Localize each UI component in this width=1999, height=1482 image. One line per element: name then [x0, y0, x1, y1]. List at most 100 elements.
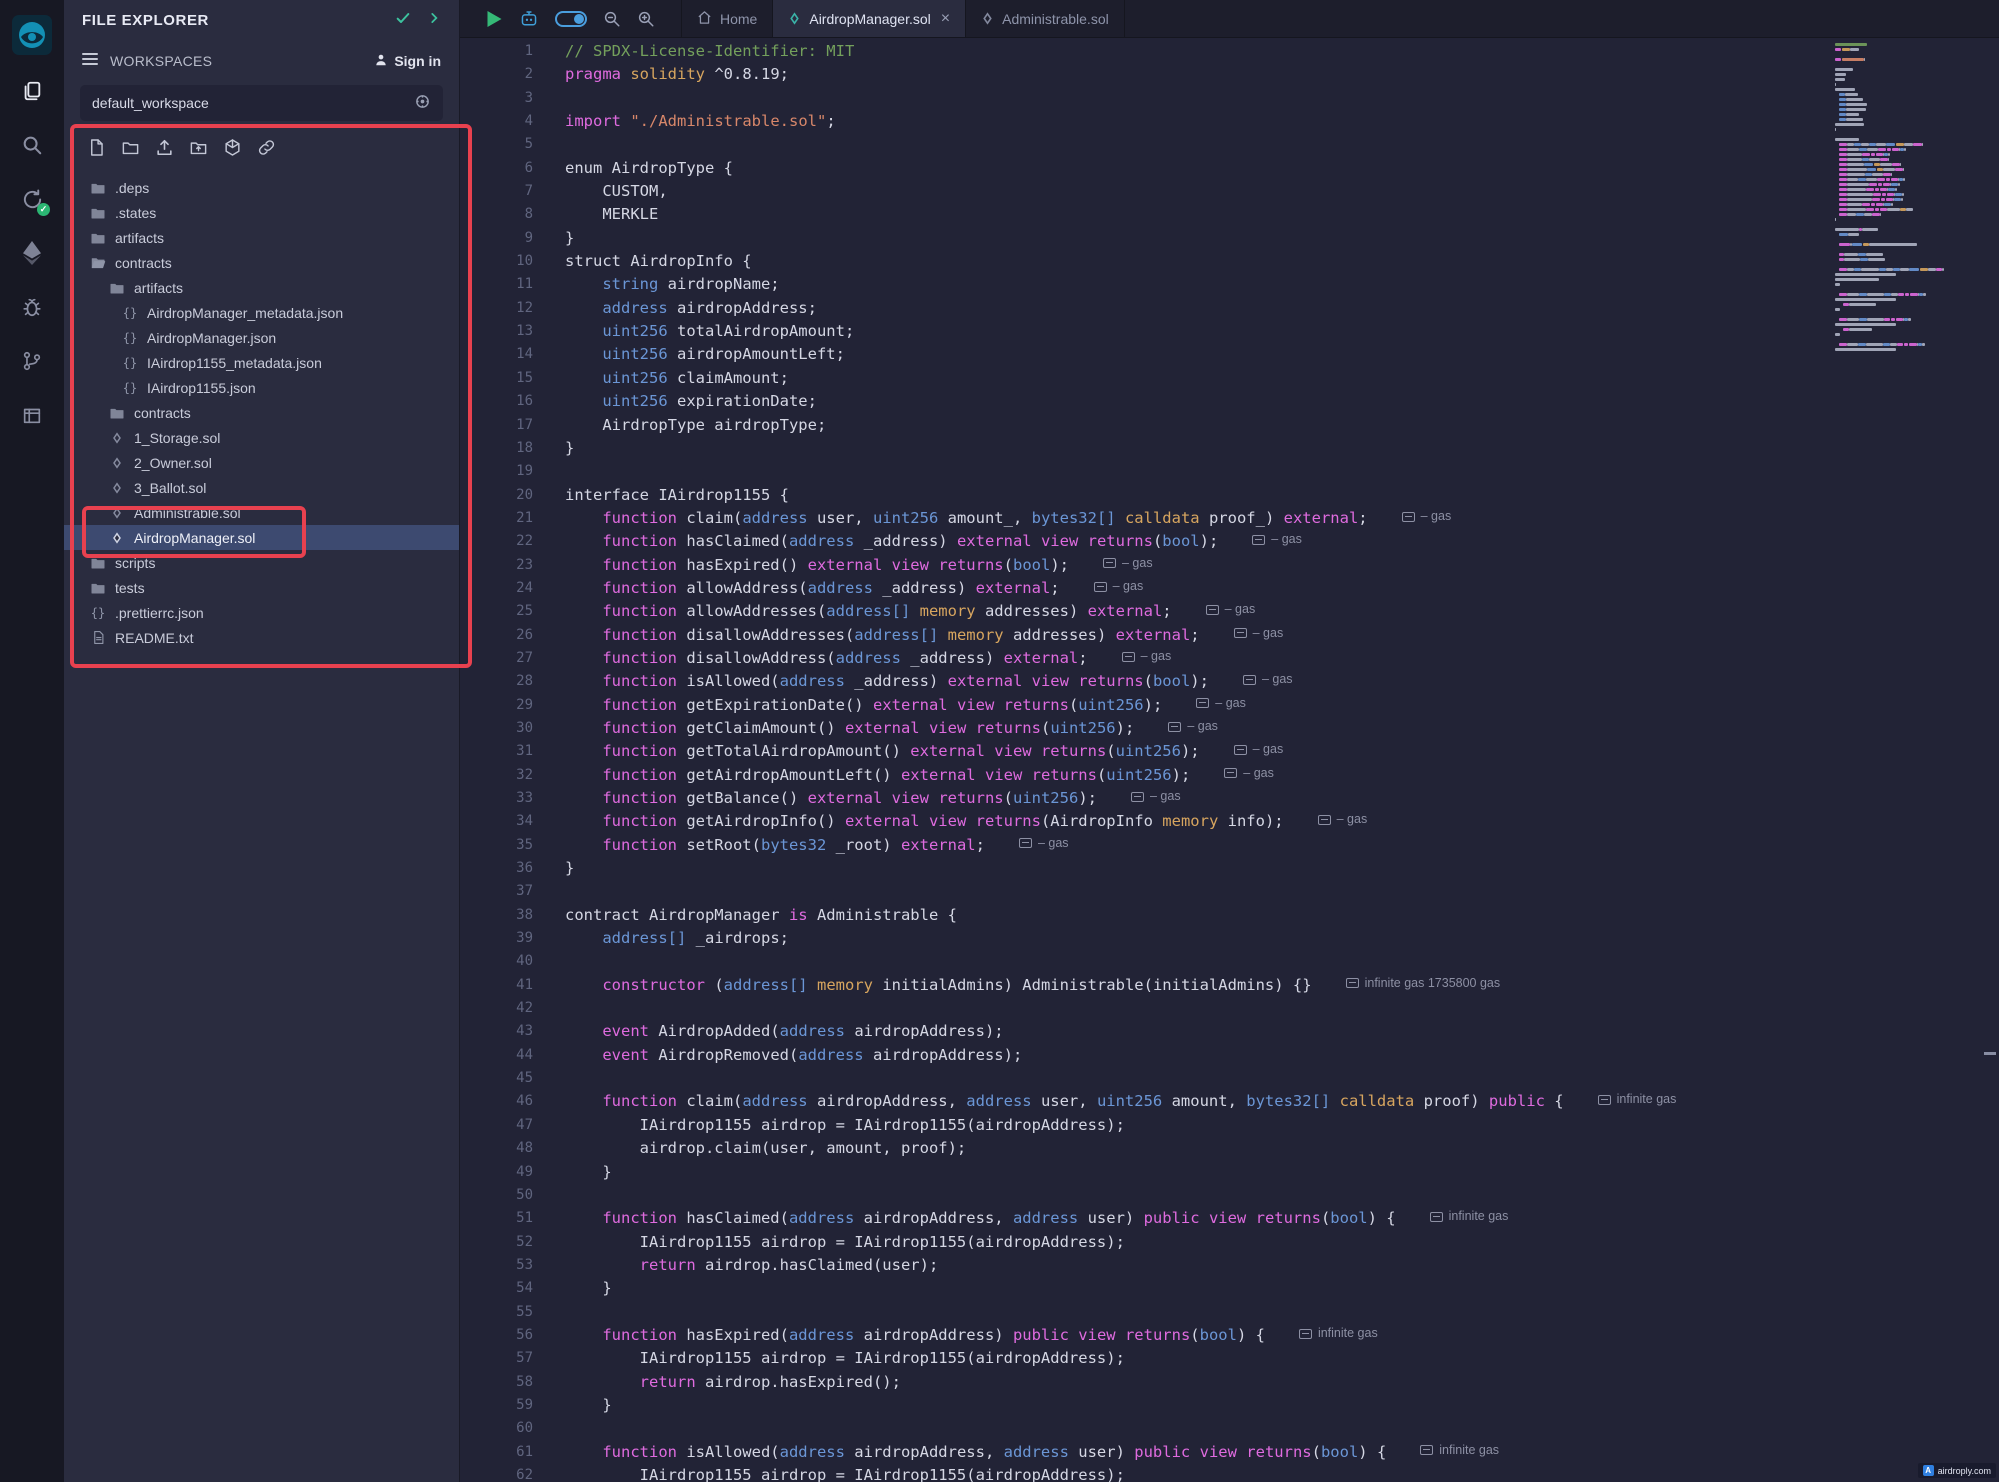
code-line[interactable]: 30 function getClaimAmount() external vi… — [460, 717, 1999, 740]
ai-toggle[interactable] — [555, 11, 587, 27]
code-line[interactable]: 48 airdrop.claim(user, amount, proof); — [460, 1137, 1999, 1160]
line-number[interactable]: 17 — [460, 414, 533, 437]
run-script-button[interactable] — [486, 10, 503, 28]
file-tree-item-scripts[interactable]: scripts — [64, 550, 459, 575]
code-line[interactable]: 32 function getAirdropAmountLeft() exter… — [460, 764, 1999, 787]
line-number[interactable]: 22 — [460, 530, 533, 553]
deploy-run-icon[interactable] — [0, 226, 64, 280]
line-number[interactable]: 52 — [460, 1231, 533, 1254]
line-number[interactable]: 53 — [460, 1254, 533, 1277]
line-number[interactable]: 30 — [460, 717, 533, 740]
line-number[interactable]: 44 — [460, 1044, 533, 1067]
file-tree-item-airdropmanager_metadata.json[interactable]: {}AirdropManager_metadata.json — [64, 300, 459, 325]
code-line[interactable]: 3 — [460, 87, 1999, 110]
code-line[interactable]: 34 function getAirdropInfo() external vi… — [460, 810, 1999, 833]
line-number[interactable]: 1 — [460, 40, 533, 63]
sign-in-button[interactable]: Sign in — [374, 53, 441, 70]
code-line[interactable]: 11 string airdropName; — [460, 273, 1999, 296]
line-number[interactable]: 49 — [460, 1161, 533, 1184]
line-number[interactable]: 58 — [460, 1371, 533, 1394]
line-number[interactable]: 60 — [460, 1417, 533, 1440]
create-folder-button[interactable] — [120, 137, 140, 157]
code-line[interactable]: 36} — [460, 857, 1999, 880]
code-line[interactable]: 57 IAirdrop1155 airdrop = IAirdrop1155(a… — [460, 1347, 1999, 1370]
code-editor[interactable]: 1// SPDX-License-Identifier: MIT2pragma … — [460, 38, 1999, 1482]
code-line[interactable]: 27 function disallowAddress(address _add… — [460, 647, 1999, 670]
line-number[interactable]: 11 — [460, 273, 533, 296]
zoom-out-button[interactable] — [603, 10, 621, 28]
file-tree-item-contracts[interactable]: contracts — [64, 250, 459, 275]
code-line[interactable]: 56 function hasExpired(address airdropAd… — [460, 1324, 1999, 1347]
code-line[interactable]: 62 IAirdrop1155 airdrop = IAirdrop1155(a… — [460, 1464, 1999, 1482]
code-line[interactable]: 46 function claim(address airdropAddress… — [460, 1090, 1999, 1113]
hamburger-menu-icon[interactable] — [82, 52, 98, 71]
file-tree-item-iairdrop1155_metadata.json[interactable]: {}IAirdrop1155_metadata.json — [64, 350, 459, 375]
line-number[interactable]: 42 — [460, 997, 533, 1020]
line-number[interactable]: 40 — [460, 950, 533, 973]
line-number[interactable]: 59 — [460, 1394, 533, 1417]
line-number[interactable]: 54 — [460, 1277, 533, 1300]
gear-icon[interactable] — [414, 93, 431, 113]
line-number[interactable]: 31 — [460, 740, 533, 763]
line-number[interactable]: 56 — [460, 1324, 533, 1347]
search-icon[interactable] — [0, 118, 64, 172]
file-tree-item-2_owner.sol[interactable]: 2_Owner.sol — [64, 450, 459, 475]
code-line[interactable]: 40 — [460, 950, 1999, 973]
line-number[interactable]: 9 — [460, 227, 533, 250]
line-number[interactable]: 34 — [460, 810, 533, 833]
line-number[interactable]: 32 — [460, 764, 533, 787]
file-tree-item-airdropmanager.json[interactable]: {}AirdropManager.json — [64, 325, 459, 350]
line-number[interactable]: 5 — [460, 133, 533, 156]
file-tree-item-.prettierrc.json[interactable]: {}.prettierrc.json — [64, 600, 459, 625]
line-number[interactable]: 29 — [460, 694, 533, 717]
tab-administrable[interactable]: Administrable.sol — [966, 0, 1125, 37]
line-number[interactable]: 6 — [460, 157, 533, 180]
code-line[interactable]: 13 uint256 totalAirdropAmount; — [460, 320, 1999, 343]
code-line[interactable]: 26 function disallowAddresses(address[] … — [460, 624, 1999, 647]
line-number[interactable]: 3 — [460, 87, 533, 110]
line-number[interactable]: 33 — [460, 787, 533, 810]
line-number[interactable]: 27 — [460, 647, 533, 670]
code-line[interactable]: 31 function getTotalAirdropAmount() exte… — [460, 740, 1999, 763]
line-number[interactable]: 18 — [460, 437, 533, 460]
debugger-icon[interactable] — [0, 280, 64, 334]
line-number[interactable]: 2 — [460, 63, 533, 86]
line-number[interactable]: 25 — [460, 600, 533, 623]
code-line[interactable]: 12 address airdropAddress; — [460, 297, 1999, 320]
code-line[interactable]: 41 constructor (address[] memory initial… — [460, 974, 1999, 997]
code-line[interactable]: 10struct AirdropInfo { — [460, 250, 1999, 273]
ai-assistant-icon[interactable] — [519, 10, 539, 28]
code-line[interactable]: 53 return airdrop.hasClaimed(user); — [460, 1254, 1999, 1277]
plugins-icon[interactable] — [0, 388, 64, 442]
file-tree-item-administrable.sol[interactable]: Administrable.sol — [64, 500, 459, 525]
code-line[interactable]: 61 function isAllowed(address airdropAdd… — [460, 1441, 1999, 1464]
code-line[interactable]: 39 address[] _airdrops; — [460, 927, 1999, 950]
file-tree-item-artifacts[interactable]: artifacts — [64, 225, 459, 250]
line-number[interactable]: 24 — [460, 577, 533, 600]
file-tree-item-airdropmanager.sol[interactable]: AirdropManager.sol — [64, 525, 459, 550]
code-line[interactable]: 51 function hasClaimed(address airdropAd… — [460, 1207, 1999, 1230]
code-line[interactable]: 50 — [460, 1184, 1999, 1207]
code-line[interactable]: 16 uint256 expirationDate; — [460, 390, 1999, 413]
code-line[interactable]: 29 function getExpirationDate() external… — [460, 694, 1999, 717]
remix-logo-icon[interactable] — [0, 6, 64, 64]
line-number[interactable]: 23 — [460, 554, 533, 577]
code-line[interactable]: 60 — [460, 1417, 1999, 1440]
code-line[interactable]: 52 IAirdrop1155 airdrop = IAirdrop1155(a… — [460, 1231, 1999, 1254]
file-tree-item-.deps[interactable]: .deps — [64, 175, 459, 200]
line-number[interactable]: 38 — [460, 904, 533, 927]
code-line[interactable]: 19 — [460, 460, 1999, 483]
tab-home[interactable]: Home — [681, 0, 773, 37]
code-line[interactable]: 43 event AirdropAdded(address airdropAdd… — [460, 1020, 1999, 1043]
code-line[interactable]: 15 uint256 claimAmount; — [460, 367, 1999, 390]
code-line[interactable]: 44 event AirdropRemoved(address airdropA… — [460, 1044, 1999, 1067]
line-number[interactable]: 57 — [460, 1347, 533, 1370]
line-number[interactable]: 41 — [460, 974, 533, 997]
line-number[interactable]: 61 — [460, 1441, 533, 1464]
line-number[interactable]: 50 — [460, 1184, 533, 1207]
code-line[interactable]: 25 function allowAddresses(address[] mem… — [460, 600, 1999, 623]
line-number[interactable]: 55 — [460, 1301, 533, 1324]
line-number[interactable]: 12 — [460, 297, 533, 320]
link-button[interactable] — [256, 137, 276, 157]
line-number[interactable]: 43 — [460, 1020, 533, 1043]
